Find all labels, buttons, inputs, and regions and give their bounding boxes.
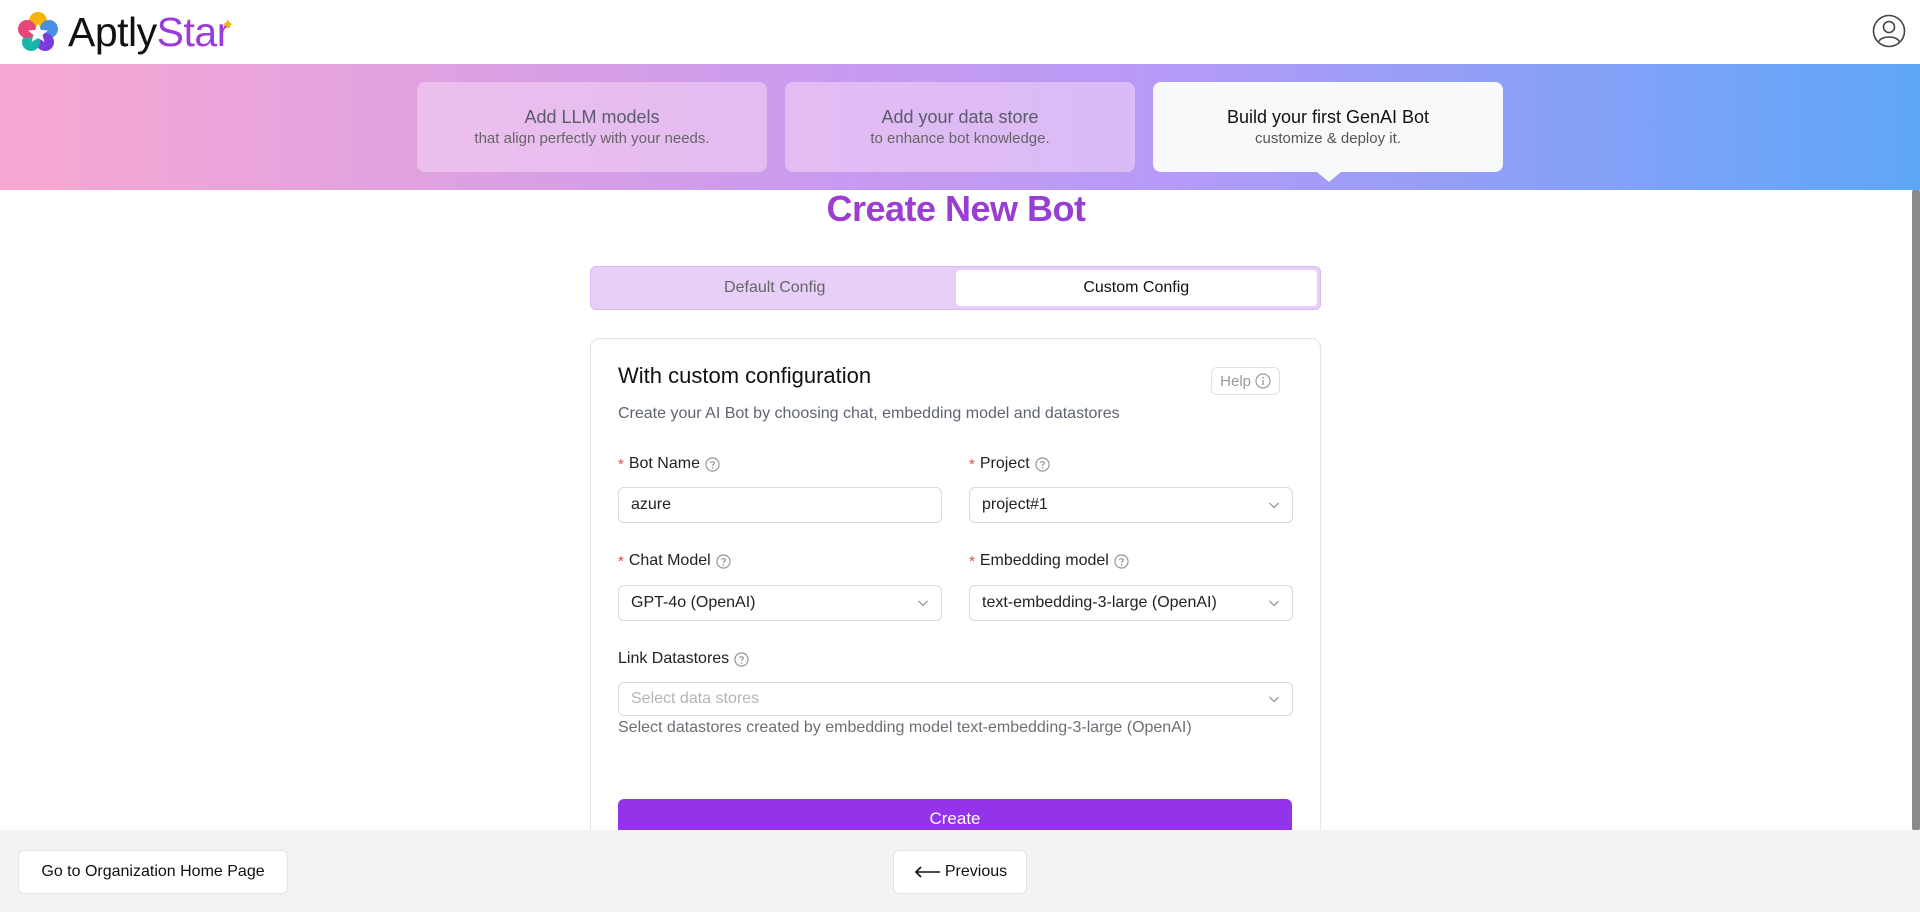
bot-name-label: * Bot Name	[618, 455, 720, 473]
link-datastores-label-text: Link Datastores	[618, 650, 730, 667]
question-circle-icon[interactable]	[705, 456, 720, 472]
step-title: Build your first GenAI Bot	[1226, 107, 1430, 127]
link-datastores-select[interactable]: Select data stores	[618, 682, 1293, 716]
custom-config-card: With custom configuration Help Create yo…	[590, 338, 1321, 858]
help-label: Help	[1220, 372, 1251, 390]
project-label-text: Project	[979, 455, 1030, 472]
info-icon	[1255, 373, 1271, 389]
scrollbar-thumb[interactable]	[1912, 190, 1920, 830]
project-value: project#1	[982, 496, 1048, 513]
project-label: * Project	[969, 455, 1050, 473]
bot-name-label-text: Bot Name	[628, 455, 700, 472]
arrow-left-icon	[914, 866, 940, 878]
card-description: Create your AI Bot by choosing chat, emb…	[618, 405, 1120, 422]
go-to-org-home-label: Go to Organization Home Page	[41, 863, 265, 880]
sparkle-icon: ✦	[220, 17, 234, 34]
app-header: AptlyStar ✦	[0, 0, 1920, 64]
previous-button[interactable]: Previous	[893, 850, 1027, 894]
required-mark: *	[969, 552, 975, 570]
link-datastores-label: Link Datastores	[618, 650, 749, 668]
step-title: Add your data store	[881, 107, 1039, 127]
go-to-org-home-button[interactable]: Go to Organization Home Page	[18, 850, 288, 894]
step-add-llm-models[interactable]: Add LLM models that align perfectly with…	[417, 82, 767, 172]
bot-name-input[interactable]: azure	[618, 487, 942, 523]
step-build-genai-bot[interactable]: Build your first GenAI Bot customize & d…	[1153, 82, 1503, 172]
step-subtitle: to enhance bot knowledge.	[870, 130, 1050, 147]
user-profile-icon[interactable]	[1872, 14, 1906, 48]
question-circle-icon[interactable]	[1114, 553, 1129, 569]
required-mark: *	[618, 552, 624, 570]
embedding-model-label-text: Embedding model	[979, 552, 1109, 569]
chevron-down-icon	[1269, 600, 1279, 607]
tab-default-config[interactable]: Default Config	[594, 270, 956, 306]
help-button[interactable]: Help	[1211, 367, 1280, 395]
active-step-pointer	[1317, 172, 1341, 182]
datastores-hint: Select datastores created by embedding m…	[618, 719, 1192, 736]
footer-bar: Go to Organization Home Page Previous	[0, 830, 1920, 912]
chat-model-value: GPT-4o (OpenAI)	[631, 594, 756, 611]
chat-model-label-text: Chat Model	[628, 552, 711, 569]
logo-star-text: Star	[156, 9, 231, 55]
step-subtitle: customize & deploy it.	[1255, 130, 1401, 147]
card-title: With custom configuration	[618, 363, 872, 388]
step-subtitle: that align perfectly with your needs.	[474, 130, 710, 147]
page-title: Create New Bot	[0, 186, 1912, 232]
logo-wordmark: AptlyStar ✦	[68, 9, 234, 55]
step-title: Add LLM models	[524, 107, 660, 127]
embedding-model-value: text-embedding-3-large (OpenAI)	[982, 594, 1217, 611]
required-mark: *	[618, 455, 624, 473]
question-circle-icon[interactable]	[734, 651, 749, 667]
aptlystar-logo[interactable]: AptlyStar ✦	[18, 9, 234, 55]
embedding-model-select[interactable]: text-embedding-3-large (OpenAI)	[969, 585, 1293, 621]
link-datastores-placeholder: Select data stores	[631, 690, 760, 707]
tab-custom-config[interactable]: Custom Config	[955, 270, 1317, 306]
chat-model-label: * Chat Model	[618, 552, 731, 570]
chevron-down-icon	[1269, 696, 1279, 703]
onboarding-steps-banner: Add LLM models that align perfectly with…	[0, 64, 1920, 190]
required-mark: *	[969, 455, 975, 473]
logo-aptly-text: Aptly	[68, 9, 157, 55]
embedding-model-label: * Embedding model	[969, 552, 1129, 570]
logo-flower-icon	[18, 12, 58, 51]
config-tabs: Default Config Custom Config	[590, 266, 1321, 310]
question-circle-icon[interactable]	[1035, 456, 1050, 472]
chevron-down-icon	[918, 600, 928, 607]
chevron-down-icon	[1269, 502, 1279, 509]
bot-name-value: azure	[631, 496, 672, 513]
question-circle-icon[interactable]	[716, 553, 731, 569]
previous-label: Previous	[944, 863, 1008, 880]
chat-model-select[interactable]: GPT-4o (OpenAI)	[618, 585, 942, 621]
step-add-data-store[interactable]: Add your data store to enhance bot knowl…	[785, 82, 1135, 172]
project-select[interactable]: project#1	[969, 487, 1293, 523]
